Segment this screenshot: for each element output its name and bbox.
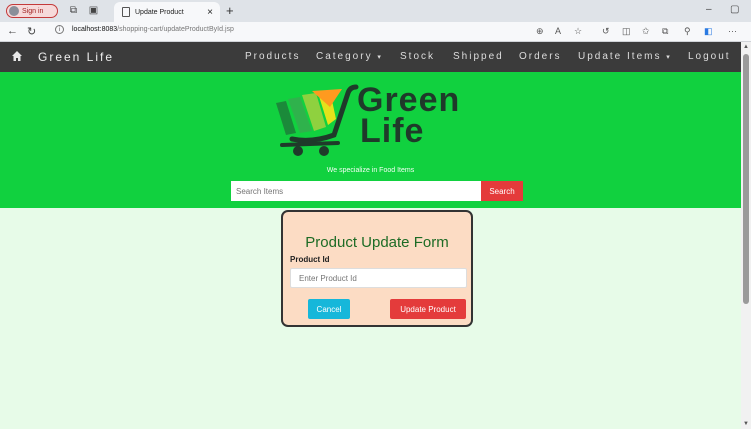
address-bar: ← ↻ i localhost:8083 /shopping-cart/upda… bbox=[0, 22, 751, 42]
search-bar: Search bbox=[231, 181, 523, 201]
site-brand[interactable]: Green Life bbox=[38, 50, 114, 64]
page-scrollbar[interactable]: ▲ ▼ bbox=[741, 42, 751, 429]
product-id-input[interactable] bbox=[290, 268, 467, 288]
scroll-up-icon[interactable]: ▲ bbox=[743, 44, 749, 50]
refresh-page-icon[interactable]: ↺ bbox=[602, 26, 610, 37]
nav-orders[interactable]: Orders bbox=[519, 51, 562, 62]
logo-wordmark: Green Life bbox=[357, 83, 460, 150]
nav-shipped[interactable]: Shipped bbox=[453, 51, 504, 62]
url-field[interactable]: i localhost:8083 /shopping-cart/updatePr… bbox=[55, 25, 234, 34]
tab-actions-icon[interactable]: ▣ bbox=[88, 5, 99, 16]
home-icon[interactable] bbox=[11, 50, 23, 62]
new-tab-button[interactable]: + bbox=[226, 3, 234, 18]
tab-close-icon[interactable]: × bbox=[207, 7, 213, 18]
scrollbar-thumb[interactable] bbox=[743, 54, 749, 304]
url-host: localhost:8083 bbox=[72, 26, 118, 33]
hero-banner: Green Life We specialize in Food Items S… bbox=[0, 72, 741, 208]
favorite-star-icon[interactable]: ☆ bbox=[574, 26, 582, 37]
tagline: We specialize in Food Items bbox=[326, 167, 415, 174]
tab-title: Update Product bbox=[135, 8, 184, 16]
more-menu-icon[interactable]: ··· bbox=[728, 26, 737, 36]
favorites-icon[interactable]: ✩ bbox=[642, 26, 650, 37]
chevron-down-icon: ▾ bbox=[666, 54, 672, 61]
nav-products[interactable]: Products bbox=[245, 51, 300, 62]
logo-line-2: Life bbox=[360, 112, 425, 150]
tab-update-product[interactable]: Update Product × bbox=[114, 2, 220, 22]
scroll-down-icon[interactable]: ▼ bbox=[743, 421, 749, 427]
update-product-button[interactable]: Update Product bbox=[390, 299, 466, 319]
profile-signin-button[interactable]: Sign in bbox=[6, 4, 58, 18]
cancel-button[interactable]: Cancel bbox=[308, 299, 350, 319]
nav-category-label: Category bbox=[316, 51, 373, 62]
info-icon[interactable]: i bbox=[55, 25, 64, 34]
search-button[interactable]: Search bbox=[481, 181, 523, 201]
chevron-down-icon: ▾ bbox=[377, 54, 383, 61]
restore-icon[interactable]: ▢ bbox=[730, 4, 739, 15]
extensions-icon[interactable]: ⚲ bbox=[684, 26, 691, 37]
site-navbar: Green Life Products Category ▾ Stock Shi… bbox=[0, 42, 741, 72]
product-id-label: Product Id bbox=[290, 255, 330, 264]
refresh-icon[interactable]: ↻ bbox=[27, 25, 36, 38]
search-input[interactable] bbox=[231, 181, 481, 201]
nav-category[interactable]: Category ▾ bbox=[316, 51, 383, 62]
copilot-icon[interactable]: ◧ bbox=[704, 26, 713, 37]
minimize-icon[interactable]: – bbox=[706, 4, 712, 15]
url-path: /shopping-cart/updateProductById.jsp bbox=[117, 26, 234, 33]
nav-logout[interactable]: Logout bbox=[688, 51, 731, 62]
nav-stock[interactable]: Stock bbox=[400, 51, 435, 62]
back-arrow-icon[interactable]: ← bbox=[7, 25, 18, 37]
form-title: Product Update Form bbox=[305, 234, 449, 251]
nav-update-items[interactable]: Update Items ▾ bbox=[578, 51, 672, 62]
signin-label: Sign in bbox=[22, 7, 44, 15]
web-page: Green Life Products Category ▾ Stock Shi… bbox=[0, 42, 741, 429]
read-aloud-icon[interactable]: A bbox=[555, 26, 561, 36]
split-screen-icon[interactable]: ◫ bbox=[622, 26, 631, 37]
nav-update-items-label: Update Items bbox=[578, 51, 662, 62]
browser-tab-strip: Sign in ⧉ ▣ Update Product × + – ▢ bbox=[0, 0, 751, 22]
page-icon bbox=[122, 7, 130, 17]
avatar-icon bbox=[9, 6, 19, 16]
workspaces-icon[interactable]: ⧉ bbox=[68, 5, 79, 16]
collections-icon[interactable]: ⧉ bbox=[662, 26, 668, 37]
product-update-form: Product Update Form Product Id Cancel Up… bbox=[281, 210, 473, 327]
zoom-icon[interactable]: ⊕ bbox=[536, 26, 544, 37]
